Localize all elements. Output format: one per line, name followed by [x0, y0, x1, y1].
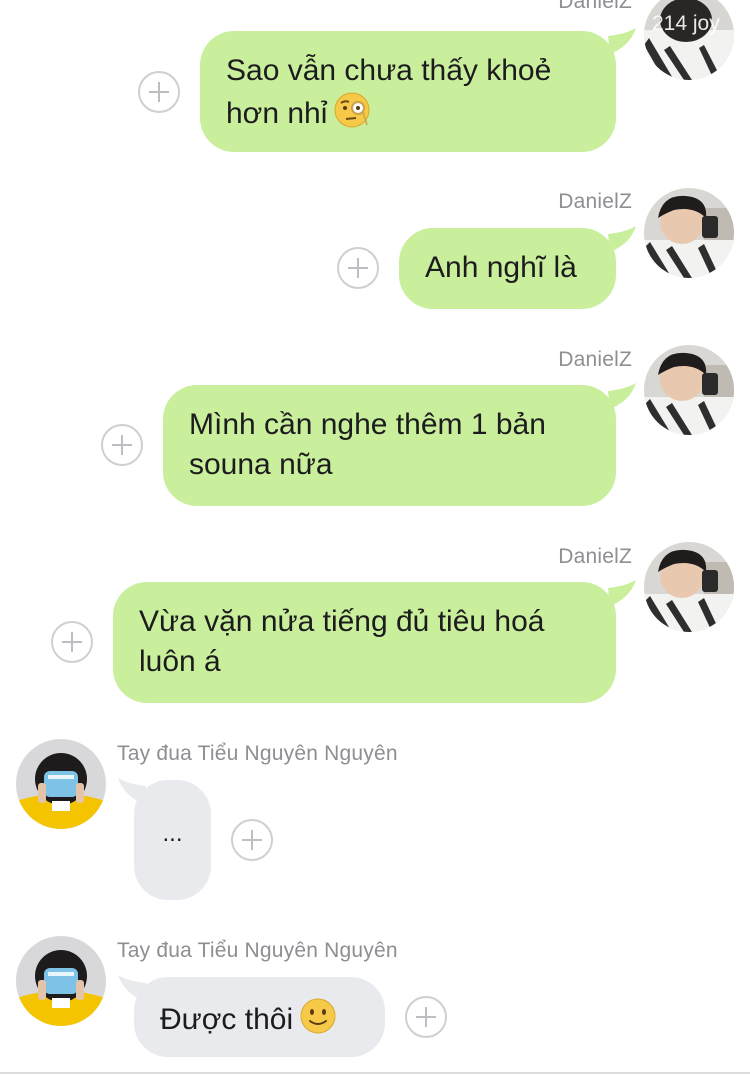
sender-name: Tay đua Tiểu Nguyên Nguyên — [117, 939, 398, 962]
message-bubble[interactable]: Được thôi — [134, 977, 385, 1057]
sender-avatar[interactable] — [644, 188, 734, 278]
sender-name: DanielZ — [558, 545, 632, 568]
sender-name: Tay đua Tiểu Nguyên Nguyên — [117, 742, 398, 765]
add-reaction-button[interactable] — [51, 621, 93, 663]
sender-avatar[interactable] — [16, 739, 106, 829]
sender-name: DanielZ — [558, 0, 632, 13]
divider — [0, 1072, 750, 1074]
message-text: Được thôi — [160, 997, 359, 1040]
add-reaction-button[interactable] — [231, 819, 273, 861]
chat-thread: DanielZ 214 joy Sao vẫn chưa thấy khoẻ h… — [0, 0, 750, 1076]
message-bubble[interactable]: Vừa vặn nửa tiếng đủ tiêu hoá luôn á — [113, 582, 616, 703]
message-bubble[interactable]: ... — [134, 780, 211, 900]
message-text: Sao vẫn chưa thấy khoẻ hơn nhỉ — [226, 54, 552, 130]
message-bubble[interactable]: Mình cần nghe thêm 1 bản souna nữa — [163, 385, 616, 506]
timestamp-overlay: 214 joy — [652, 12, 720, 35]
sender-avatar[interactable] — [16, 936, 106, 1026]
add-reaction-button[interactable] — [138, 71, 180, 113]
message-bubble[interactable]: Anh nghĩ là — [399, 228, 616, 309]
face-with-monocle-icon — [334, 92, 370, 128]
message-text: Vừa vặn nửa tiếng đủ tiêu hoá luôn á — [139, 605, 545, 678]
sender-name: DanielZ — [558, 190, 632, 213]
sender-name: DanielZ — [558, 348, 632, 371]
sender-avatar[interactable] — [644, 542, 734, 632]
slightly-smiling-face-icon — [300, 998, 336, 1034]
message-text: Mình cần nghe thêm 1 bản souna nữa — [189, 408, 546, 481]
add-reaction-button[interactable] — [405, 996, 447, 1038]
message-text: Anh nghĩ là — [425, 251, 577, 284]
sender-avatar[interactable] — [644, 345, 734, 435]
message-text: ... — [162, 820, 183, 847]
add-reaction-button[interactable] — [337, 247, 379, 289]
add-reaction-button[interactable] — [101, 424, 143, 466]
message-bubble[interactable]: Sao vẫn chưa thấy khoẻ hơn nhỉ — [200, 31, 616, 152]
